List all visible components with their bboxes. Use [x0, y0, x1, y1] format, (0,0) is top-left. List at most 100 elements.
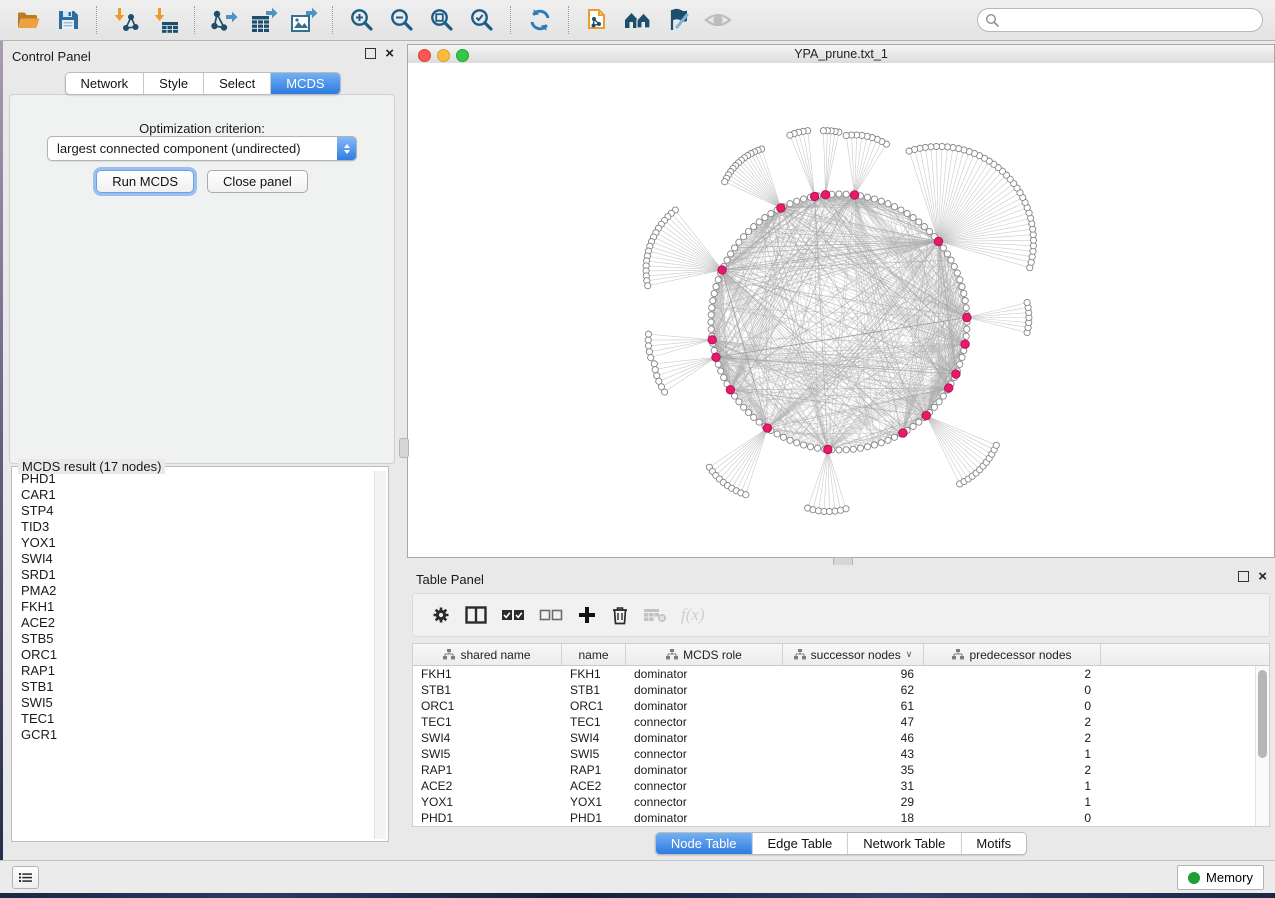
mcds-result-item[interactable]: STB5: [14, 631, 374, 647]
table-row[interactable]: PHD1PHD1dominator180: [413, 810, 1269, 826]
table-cell[interactable]: dominator: [626, 763, 783, 777]
export-table-button[interactable]: [246, 4, 282, 36]
close-panel-icon[interactable]: ×: [1258, 571, 1267, 582]
mcds-result-item[interactable]: TID3: [14, 519, 374, 535]
table-cell[interactable]: dominator: [626, 683, 783, 697]
table-cell[interactable]: 0: [924, 699, 1101, 713]
table-cell[interactable]: PHD1: [413, 811, 562, 825]
tab-style[interactable]: Style: [144, 73, 204, 94]
table-row[interactable]: SWI4SWI4dominator462: [413, 730, 1269, 746]
table-cell[interactable]: PHD1: [562, 811, 626, 825]
column-header-shared-name[interactable]: shared name: [413, 644, 562, 665]
table-cell[interactable]: dominator: [626, 731, 783, 745]
open-session-button[interactable]: [10, 4, 46, 36]
table-cell[interactable]: 2: [924, 763, 1101, 777]
delete-table-button[interactable]: [643, 607, 667, 623]
table-cell[interactable]: dominator: [626, 667, 783, 681]
table-cell[interactable]: 61: [783, 699, 924, 713]
table-cell[interactable]: STB1: [413, 683, 562, 697]
table-cell[interactable]: 46: [783, 731, 924, 745]
zoom-selected-button[interactable]: [464, 4, 500, 36]
table-cell[interactable]: dominator: [626, 811, 783, 825]
column-header-mcds-role[interactable]: MCDS role: [626, 644, 783, 665]
zoom-out-button[interactable]: [384, 4, 420, 36]
vertical-splitter-handle[interactable]: [399, 438, 409, 458]
table-cell[interactable]: SWI5: [562, 747, 626, 761]
table-cell[interactable]: YOX1: [413, 795, 562, 809]
mcds-result-item[interactable]: RAP1: [14, 663, 374, 679]
mcds-result-item[interactable]: CAR1: [14, 487, 374, 503]
table-row[interactable]: SWI5SWI5connector431: [413, 746, 1269, 762]
table-row[interactable]: STB1STB1dominator620: [413, 682, 1269, 698]
tab-network[interactable]: Network: [65, 73, 144, 94]
memory-button[interactable]: Memory: [1177, 865, 1264, 890]
delete-column-button[interactable]: [611, 605, 629, 625]
save-session-button[interactable]: [50, 4, 86, 36]
first-neighbors-button[interactable]: [620, 4, 656, 36]
table-row[interactable]: FKH1FKH1dominator962: [413, 666, 1269, 682]
zoom-in-button[interactable]: [344, 4, 380, 36]
mcds-result-item[interactable]: TEC1: [14, 711, 374, 727]
close-panel-icon[interactable]: ×: [385, 48, 394, 59]
run-mcds-button[interactable]: Run MCDS: [96, 170, 194, 193]
tab-edge-table[interactable]: Edge Table: [752, 833, 848, 854]
float-panel-icon[interactable]: [365, 48, 376, 59]
table-cell[interactable]: ACE2: [562, 779, 626, 793]
table-cell[interactable]: ACE2: [413, 779, 562, 793]
table-cell[interactable]: 1: [924, 747, 1101, 761]
mcds-result-item[interactable]: SWI4: [14, 551, 374, 567]
search-input[interactable]: [977, 8, 1263, 32]
table-cell[interactable]: 2: [924, 731, 1101, 745]
function-builder-button[interactable]: f(x): [681, 605, 705, 625]
mcds-result-item[interactable]: SWI5: [14, 695, 374, 711]
table-cell[interactable]: connector: [626, 715, 783, 729]
mcds-result-item[interactable]: PMA2: [14, 583, 374, 599]
table-cell[interactable]: 62: [783, 683, 924, 697]
optimization-criterion-select[interactable]: largest connected component (undirected): [47, 136, 357, 161]
table-cell[interactable]: 96: [783, 667, 924, 681]
import-network-button[interactable]: [108, 4, 144, 36]
table-cell[interactable]: SWI4: [562, 731, 626, 745]
table-cell[interactable]: 2: [924, 715, 1101, 729]
mcds-result-item[interactable]: YOX1: [14, 535, 374, 551]
share-network-file-button[interactable]: [580, 4, 616, 36]
table-cell[interactable]: connector: [626, 795, 783, 809]
table-cell[interactable]: 0: [924, 811, 1101, 825]
export-image-button[interactable]: [286, 4, 322, 36]
column-header-name[interactable]: name: [562, 644, 626, 665]
tab-motifs[interactable]: Motifs: [961, 833, 1026, 854]
table-row[interactable]: ACE2ACE2connector311: [413, 778, 1269, 794]
tab-node-table[interactable]: Node Table: [656, 833, 753, 854]
export-network-button[interactable]: [206, 4, 242, 36]
table-cell[interactable]: RAP1: [562, 763, 626, 777]
float-panel-icon[interactable]: [1238, 571, 1249, 582]
table-cell[interactable]: ORC1: [562, 699, 626, 713]
table-cell[interactable]: connector: [626, 779, 783, 793]
mcds-list-scrollbar[interactable]: [374, 471, 386, 839]
eye-button[interactable]: [700, 4, 736, 36]
mcds-result-item[interactable]: FKH1: [14, 599, 374, 615]
table-cell[interactable]: 31: [783, 779, 924, 793]
mcds-result-item[interactable]: STB1: [14, 679, 374, 695]
tab-select[interactable]: Select: [204, 73, 271, 94]
table-cell[interactable]: SWI4: [413, 731, 562, 745]
import-table-button[interactable]: [148, 4, 184, 36]
mcds-result-item[interactable]: GCR1: [14, 727, 374, 743]
tab-network-table[interactable]: Network Table: [848, 833, 961, 854]
column-header-successor-nodes[interactable]: successor nodes∨: [783, 644, 924, 665]
add-column-button[interactable]: [577, 605, 597, 625]
table-cell[interactable]: FKH1: [562, 667, 626, 681]
mcds-result-item[interactable]: STP4: [14, 503, 374, 519]
network-canvas[interactable]: [408, 63, 1274, 557]
table-cell[interactable]: FKH1: [413, 667, 562, 681]
tab-mcds[interactable]: MCDS: [271, 73, 339, 94]
close-panel-button[interactable]: Close panel: [207, 170, 308, 193]
flag-button[interactable]: [660, 4, 696, 36]
table-cell[interactable]: 47: [783, 715, 924, 729]
select-all-button[interactable]: [501, 607, 525, 623]
table-cell[interactable]: dominator: [626, 699, 783, 713]
zoom-fit-button[interactable]: [424, 4, 460, 36]
table-cell[interactable]: 1: [924, 779, 1101, 793]
table-cell[interactable]: connector: [626, 747, 783, 761]
mcds-result-item[interactable]: ACE2: [14, 615, 374, 631]
